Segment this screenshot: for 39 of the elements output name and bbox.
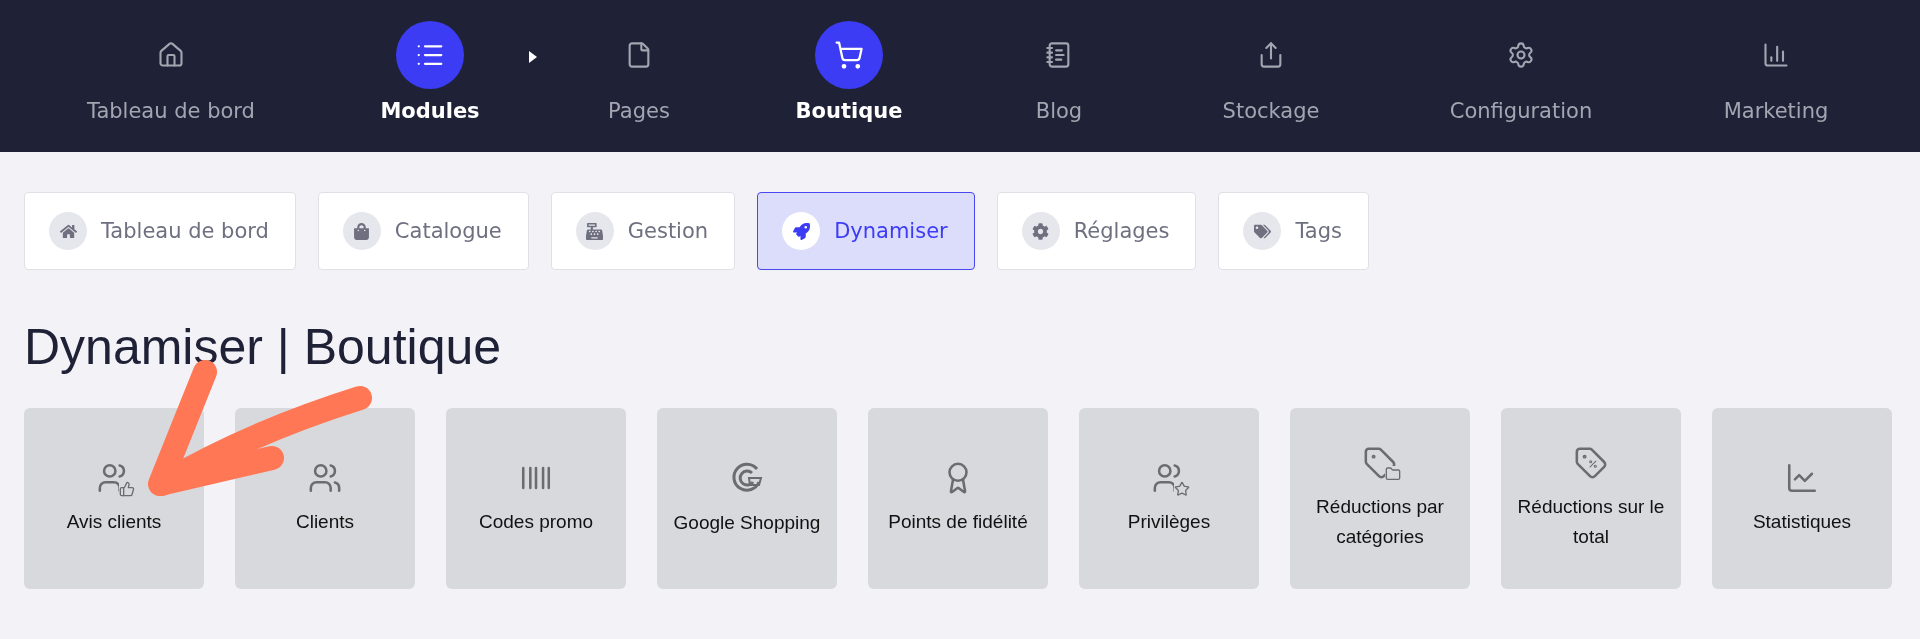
module-card[interactable]: Réductions par catégories [1290,408,1470,589]
caret-icon [528,50,538,64]
nav-label: Tableau de bord [87,99,255,123]
module-card[interactable]: Points de fidélité [868,408,1048,589]
module-card[interactable]: Google Shopping [657,408,837,589]
tab[interactable]: Tableau de bord [24,192,296,270]
tab[interactable]: Gestion [550,192,736,270]
home-icon [49,212,87,250]
nav-item[interactable]: Tableau de bord [40,0,302,123]
nav-label: Configuration [1449,99,1593,123]
nav-item[interactable]: Pages [558,0,720,123]
bag-icon [342,212,381,250]
settings-icon [1021,212,1060,250]
module-card[interactable]: Avis clients [24,408,204,589]
nav-item[interactable]: Marketing [1640,0,1912,123]
nav-item[interactable]: Configuration [1402,0,1640,123]
nav-label: Blog [1035,99,1083,123]
page-heading: Dynamiser | Boutique [24,318,502,377]
nav-item[interactable]: Modules [302,0,558,123]
module-card[interactable]: Réductions sur le total [1501,408,1681,589]
nav-label: Stockage [1222,99,1320,123]
nav-label: Modules [380,99,480,123]
tags-icon [1243,212,1282,250]
nav-label: Pages [608,99,670,123]
tab[interactable]: Tags [1218,192,1369,270]
module-card[interactable]: Privilèges [1079,408,1259,589]
tab[interactable]: Catalogue [317,192,529,270]
nav-item[interactable]: Blog [978,0,1140,123]
nav-item[interactable]: Stockage [1140,0,1402,123]
tab[interactable]: Dynamiser [757,192,975,270]
module-card[interactable]: Statistiques [1712,408,1892,589]
rocket-icon [782,212,821,250]
nav-label: Marketing [1723,99,1829,123]
module-card[interactable]: Codes promo [446,408,626,589]
nav-item[interactable]: Boutique [720,0,978,123]
cash-register-icon [575,212,614,250]
tab[interactable]: Réglages [996,192,1197,270]
nav-label: Boutique [795,99,903,123]
percent-tag-icon [1574,445,1608,480]
